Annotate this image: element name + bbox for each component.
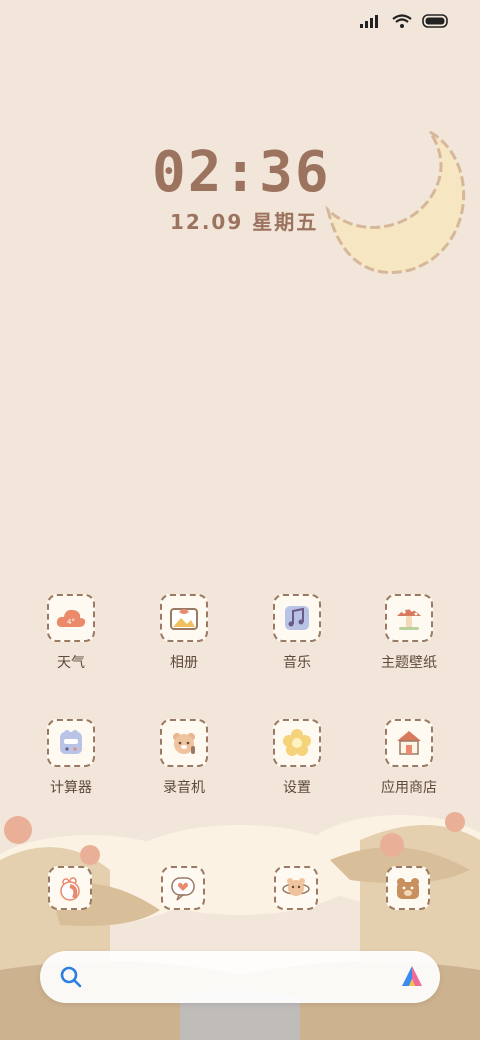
moon-decoration <box>325 130 466 274</box>
app-store[interactable]: 应用商店 <box>359 719 459 797</box>
app-music[interactable]: 音乐 <box>247 594 347 672</box>
scenery-illustration <box>0 812 480 1040</box>
search-icon[interactable] <box>58 964 84 990</box>
app-label: 设置 <box>283 780 311 796</box>
messages-icon <box>161 866 205 910</box>
app-store-icon <box>385 719 433 767</box>
app-label: 录音机 <box>163 780 205 796</box>
settings-icon <box>273 719 321 767</box>
wifi-icon <box>392 13 412 28</box>
app-label: 主题壁纸 <box>381 655 437 671</box>
camera-icon <box>386 866 430 910</box>
app-label: 天气 <box>57 655 85 671</box>
app-calculator[interactable]: 计算器 <box>21 719 121 797</box>
dock-phone[interactable] <box>48 866 92 910</box>
dock-browser[interactable] <box>274 866 318 910</box>
browser-icon <box>274 866 318 910</box>
status-bar <box>360 10 450 32</box>
calculator-icon <box>47 719 95 767</box>
app-weather[interactable]: 4° 天气 <box>21 594 121 672</box>
battery-icon <box>422 14 448 28</box>
recorder-icon <box>160 719 208 767</box>
gallery-icon <box>160 594 208 642</box>
music-icon <box>273 594 321 642</box>
app-label: 音乐 <box>283 655 311 671</box>
app-label: 应用商店 <box>381 780 437 796</box>
clock-date: 12.09 星期五 <box>170 210 319 234</box>
app-label: 相册 <box>170 655 198 671</box>
weather-icon: 4° <box>47 594 95 642</box>
signal-icon <box>360 15 378 28</box>
app-gallery[interactable]: 相册 <box>134 594 234 672</box>
clock-time: 02:36 <box>152 140 331 205</box>
dock-camera[interactable] <box>386 866 430 910</box>
app-label: 计算器 <box>50 780 92 796</box>
app-theme[interactable]: 主题壁纸 <box>359 594 459 672</box>
svg-text:4°: 4° <box>67 618 75 626</box>
theme-icon <box>385 594 433 642</box>
dock-messages[interactable] <box>161 866 205 910</box>
app-settings[interactable]: 设置 <box>247 719 347 797</box>
phone-icon <box>48 866 92 910</box>
search-bar[interactable] <box>40 951 440 1003</box>
app-recorder[interactable]: 录音机 <box>134 719 234 797</box>
assistant-icon[interactable] <box>398 964 426 990</box>
